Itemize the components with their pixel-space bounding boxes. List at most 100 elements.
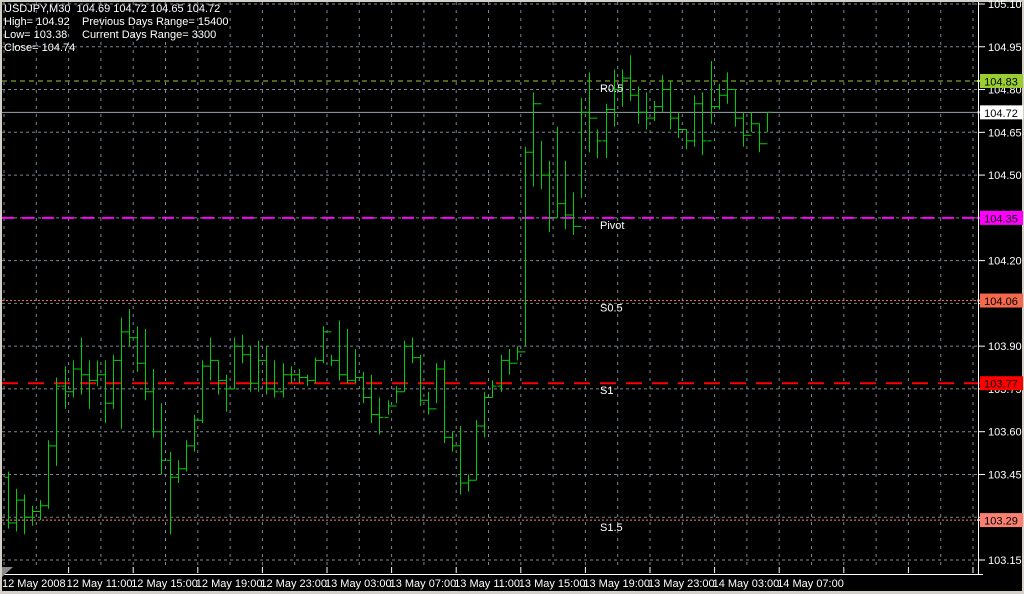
ohlc-bar [150, 369, 158, 437]
ohlc-bar [748, 112, 756, 135]
chart-canvas[interactable]: R0.5PivotS0.5S1S1.5105.10104.95104.80104… [0, 0, 1024, 594]
ohlc-bar [627, 55, 635, 101]
price-tick-label: 105.10 [988, 0, 1022, 11]
ohlc-bar [764, 112, 772, 143]
ohlc-bar [167, 452, 175, 535]
time-axis[interactable]: 12 May 200812 May 11:0012 May 15:0012 Ma… [2, 567, 973, 590]
ohlc-bar [594, 118, 602, 158]
ohlc-bar [643, 92, 651, 129]
price-bars-layer [5, 55, 772, 534]
time-tick-label: 12 May 19:00 [196, 578, 263, 590]
time-tick-label: 12 May 2008 [2, 578, 66, 590]
ohlc-bar [199, 360, 207, 423]
ohlc-bar [667, 81, 675, 130]
ohlc-bar [312, 358, 320, 384]
level-label-pivot: Pivot [600, 220, 624, 232]
time-tick-label: 12 May 23:00 [260, 578, 327, 590]
time-tick-label: 12 May 11:00 [67, 578, 133, 590]
price-badge-label-s15: 103.29 [984, 516, 1018, 528]
ohlc-bar [29, 506, 37, 526]
ohlc-bar [740, 112, 748, 146]
ohlc-bar [554, 127, 562, 218]
ohlc-bar [756, 124, 764, 153]
level-label-s15: S1.5 [600, 522, 623, 534]
ohlc-bar [191, 415, 199, 452]
time-tick-label: 13 May 07:00 [390, 578, 457, 590]
ohlc-bar [457, 426, 465, 494]
ohlc-bar [263, 346, 271, 394]
price-tick-label: 103.60 [988, 427, 1022, 439]
ohlc-bar [473, 420, 481, 480]
time-tick-label: 13 May 03:00 [325, 578, 392, 590]
previous-days-range: Previous Days Range= 15400 [82, 16, 228, 29]
ohlc-bar [538, 104, 546, 190]
ohlc-bar [546, 161, 554, 232]
ohlc-bar [699, 92, 707, 155]
ohlc-bar [13, 489, 21, 532]
ohlc-bar [207, 338, 215, 381]
ohlc-bar [102, 360, 110, 423]
ohlc-bar [280, 363, 288, 397]
low-range-line: Low= 103.38 Current Days Range= 3300 [4, 29, 220, 42]
ohlc-bar [344, 329, 352, 383]
ohlc-bar [506, 349, 514, 375]
ohlc-bar [70, 360, 78, 397]
level-label-s1: S1 [600, 385, 613, 397]
time-tick-label: 12 May 15:00 [131, 578, 198, 590]
ohlc-bar [215, 360, 223, 394]
price-tick-label: 104.95 [988, 42, 1022, 54]
ohlc-bar [691, 95, 699, 146]
ohlc-bar [465, 475, 473, 492]
ohlc-bar [716, 84, 724, 110]
chart-window: R0.5PivotS0.5S1S1.5105.10104.95104.80104… [0, 0, 1024, 594]
pivot-lines-layer [2, 81, 978, 520]
low-value: Low= 103.38 [4, 29, 67, 41]
ohlc-bar [296, 369, 304, 383]
price-badge-label-s1: 103.77 [984, 379, 1018, 391]
grid-layer [2, 2, 978, 567]
ohlc-bar [732, 90, 740, 127]
ohlc-bar [328, 332, 336, 366]
ohlc-bar [368, 375, 376, 423]
ohlc-bar [110, 355, 118, 409]
time-tick-label: 13 May 23:00 [648, 578, 715, 590]
ohlc-bar [570, 192, 578, 235]
ohlc-bar [175, 460, 183, 483]
price-tick-label: 103.45 [988, 469, 1022, 481]
price-tick-label: 104.20 [988, 256, 1022, 268]
time-tick-label: 13 May 19:00 [583, 578, 650, 590]
corner-triangle-icon [2, 567, 13, 577]
time-tick-label: 13 May 11:00 [454, 578, 520, 590]
current-days-range: Current Days Range= 3300 [82, 29, 216, 42]
level-labels-layer: R0.5PivotS0.5S1S1.5 [600, 83, 624, 534]
level-label-s05: S0.5 [600, 303, 623, 315]
ohlc-bar [183, 440, 191, 471]
ohlc-bar [724, 72, 732, 103]
symbol-ohlc-line: USDJPY,M30 104.69 104.72 104.65 104.72 [4, 3, 220, 16]
price-badge-label-pivot: 104.35 [984, 213, 1018, 225]
ohlc-bar [498, 355, 506, 392]
ohlc-bar [21, 494, 29, 534]
ohlc-bar [126, 309, 134, 346]
time-tick-label: 14 May 03:00 [713, 578, 780, 590]
time-tick-label: 13 May 15:00 [519, 578, 586, 590]
ohlc-bar [134, 326, 142, 372]
ohlc-bar [683, 130, 691, 150]
ohlc-bar [336, 321, 344, 381]
info-panel: USDJPY,M30 104.69 104.72 104.65 104.72 H… [4, 3, 220, 55]
high-range-line: High= 104.92Previous Days Range= 15400 [4, 16, 220, 29]
ohlc-bar [651, 101, 659, 121]
ohlc-bar [247, 346, 255, 392]
ohlc-bar [360, 372, 368, 403]
ohlc-bar [562, 161, 570, 230]
ohlc-bar [271, 360, 279, 397]
ohlc-bar [481, 392, 489, 438]
ohlc-bar [223, 375, 231, 412]
ohlc-bar [320, 326, 328, 363]
ohlc-bar [142, 329, 150, 400]
price-axis[interactable]: 105.10104.95104.80104.65104.50104.20103.… [977, 0, 1023, 567]
ohlc-bar [530, 92, 538, 186]
ohlc-bar [635, 87, 643, 124]
price-tick-label: 104.65 [988, 127, 1022, 139]
ohlc-bar [433, 363, 441, 409]
